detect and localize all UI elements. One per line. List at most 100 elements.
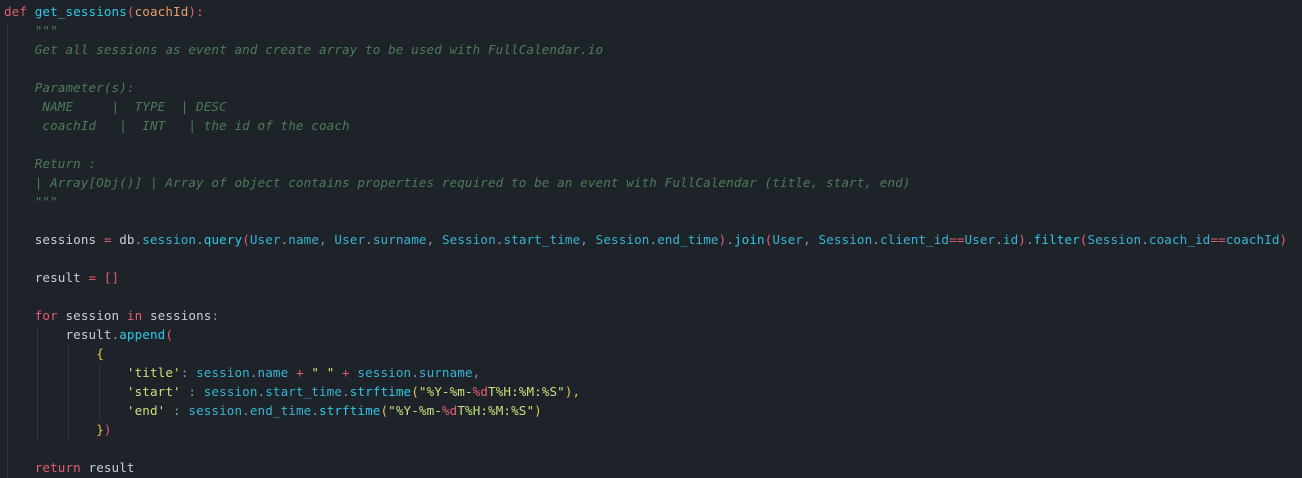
- code-token: db: [119, 232, 135, 247]
- code-token: User: [772, 232, 804, 247]
- code-token: :: [165, 403, 189, 418]
- code-token: (: [411, 384, 419, 399]
- code-token: Session: [818, 232, 873, 247]
- code-token: 'start': [126, 384, 181, 399]
- code-line[interactable]: result = []: [4, 268, 119, 287]
- code-line[interactable]: return result: [4, 458, 135, 477]
- code-token: T%H:%M:%S": [457, 403, 535, 418]
- code-token: result: [4, 270, 81, 285]
- code-token: coach_id: [1148, 232, 1211, 247]
- code-token: session: [357, 365, 412, 380]
- code-token: User: [249, 232, 281, 247]
- code-line[interactable]: Get all sessions as event and create arr…: [4, 40, 603, 59]
- code-token: +: [334, 365, 358, 380]
- code-token: }: [96, 422, 104, 437]
- code-token: +: [288, 365, 312, 380]
- code-token: query: [203, 232, 243, 247]
- code-token: ,: [803, 232, 819, 247]
- code-token: result: [4, 327, 112, 342]
- code-line[interactable]: def get_sessions(coachId):: [4, 2, 204, 21]
- code-line[interactable]: 'end' : session.end_time.strftime("%Y-%m…: [4, 401, 542, 420]
- code-token: :: [180, 365, 197, 380]
- code-token: end_time: [657, 232, 719, 247]
- code-token: surname: [418, 365, 473, 380]
- code-token: .: [311, 403, 320, 418]
- code-token: T%H:%M:%S": [488, 384, 565, 399]
- code-token: name: [257, 365, 289, 380]
- code-token: filter: [1033, 232, 1080, 247]
- code-line[interactable]: }): [4, 420, 112, 439]
- code-token: result: [80, 460, 135, 475]
- code-token: .: [365, 232, 373, 247]
- code-token: :: [180, 384, 204, 399]
- code-token: 'title': [126, 365, 181, 380]
- code-token: " ": [311, 365, 335, 380]
- code-token: ==: [1210, 232, 1226, 247]
- code-token: "%Y-%m-: [388, 403, 442, 418]
- code-token: return: [34, 460, 81, 475]
- code-token: coachId: [134, 4, 189, 19]
- code-line[interactable]: NAME | TYPE | DESC: [4, 97, 227, 116]
- code-token: Return :: [4, 156, 97, 171]
- code-token: Session: [595, 232, 650, 247]
- code-token: ): [1279, 232, 1288, 247]
- code-token: .: [1141, 232, 1149, 247]
- code-token: ,: [580, 232, 596, 247]
- code-line[interactable]: result.append(: [4, 325, 173, 344]
- code-line[interactable]: 'start' : session.start_time.strftime("%…: [4, 382, 580, 401]
- code-token: .: [196, 232, 204, 247]
- code-line[interactable]: """: [4, 192, 58, 211]
- code-token: :: [211, 308, 220, 323]
- code-token: session: [188, 403, 243, 418]
- code-token: start_time: [503, 232, 581, 247]
- code-token: %d: [472, 384, 489, 399]
- code-token: surname: [372, 232, 427, 247]
- code-line[interactable]: Parameter(s):: [4, 78, 135, 97]
- code-token: .: [995, 232, 1003, 247]
- code-token: "%Y-%m-: [418, 384, 473, 399]
- code-token: append: [119, 327, 166, 342]
- code-token: strftime: [319, 403, 381, 418]
- code-token: =: [80, 270, 104, 285]
- code-line[interactable]: Return :: [4, 154, 96, 173]
- code-token: in: [126, 308, 143, 323]
- code-token: ): [1018, 232, 1026, 247]
- code-token: | Array[Obj()] | Array of object contain…: [4, 175, 911, 190]
- code-token: (: [165, 327, 174, 342]
- code-line[interactable]: coachId | INT | the id of the coach: [4, 116, 350, 135]
- code-token: .: [872, 232, 880, 247]
- code-token: []: [103, 270, 120, 285]
- code-token: 'end': [126, 403, 166, 418]
- code-line[interactable]: """: [4, 21, 58, 40]
- code-line[interactable]: | Array[Obj()] | Array of object contain…: [4, 173, 911, 192]
- code-token: coachId | INT | the id of the coach: [4, 118, 350, 133]
- code-token: """: [4, 194, 58, 209]
- code-token: ,: [319, 232, 335, 247]
- code-line[interactable]: 'title': session.name + " " + session.su…: [4, 363, 480, 382]
- code-token: ): [103, 422, 112, 437]
- code-token: sessions: [142, 308, 212, 323]
- code-token: start_time: [265, 384, 343, 399]
- code-token: ):: [188, 4, 204, 19]
- code-token: .: [726, 232, 734, 247]
- code-token: join: [733, 232, 765, 247]
- code-editor[interactable]: def get_sessions(coachId): """ Get all s…: [0, 0, 1302, 478]
- code-line[interactable]: for session in sessions:: [4, 306, 219, 325]
- code-token: ,: [426, 232, 442, 247]
- code-token: name: [288, 232, 320, 247]
- code-token: sessions: [4, 232, 97, 247]
- code-line[interactable]: sessions = db.session.query(User.name, U…: [4, 230, 1287, 249]
- code-token: (: [242, 232, 250, 247]
- code-token: .: [242, 403, 250, 418]
- code-line[interactable]: {: [4, 344, 104, 363]
- code-token: NAME | TYPE | DESC: [4, 99, 227, 114]
- code-token: Parameter(s):: [4, 80, 135, 95]
- code-token: .: [249, 365, 258, 380]
- code-token: session: [203, 384, 258, 399]
